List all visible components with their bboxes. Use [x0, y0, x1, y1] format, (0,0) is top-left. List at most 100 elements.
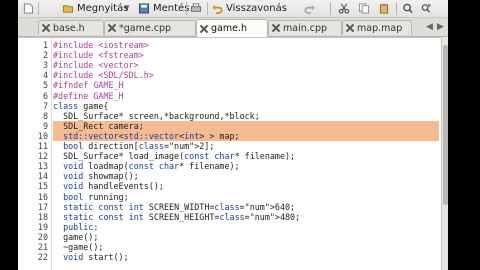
- folder-icon: [62, 4, 74, 13]
- vertical-scrollbar[interactable]: [441, 37, 448, 270]
- code-area[interactable]: #include <iostream> #include <fstream> #in…: [52, 38, 441, 270]
- code-line[interactable]: SDL_Surface* screen,*background,*block;: [53, 111, 439, 121]
- close-icon[interactable]: [272, 24, 280, 32]
- tab-label: main.cpp: [283, 22, 328, 34]
- redo-button[interactable]: [304, 1, 319, 15]
- code-line[interactable]: #ifndef GAME_H: [53, 80, 439, 90]
- tab-bar: base.h *game.cpp game.h main.cpp map.map…: [18, 18, 448, 37]
- scissors-icon: [338, 3, 350, 14]
- line-number: 20: [37, 231, 48, 242]
- code-line[interactable]: std::vector<std::vector<int> > map;: [53, 130, 439, 141]
- new-file-button[interactable]: [22, 1, 37, 15]
- code-line[interactable]: static const int SCREEN_HEIGHT=class="nu…: [53, 212, 439, 222]
- paste-button[interactable]: [378, 1, 393, 15]
- tab-base-h[interactable]: base.h: [38, 20, 104, 35]
- open-dropdown[interactable]: ▼: [124, 1, 129, 15]
- line-number: 16: [37, 191, 48, 202]
- toolbar-separator: [396, 2, 397, 15]
- line-number-gutter: 1 2 3 4 5 6 7 8 9 10 11 12 13 14 15 16 17 18 19 20 21 22: [18, 38, 52, 270]
- screen-border: [448, 0, 480, 270]
- find-replace-icon: [421, 3, 431, 13]
- tab-label: map.map: [357, 22, 403, 34]
- save-button[interactable]: Mentés: [138, 1, 189, 15]
- line-number: 22: [37, 252, 48, 263]
- code-line[interactable]: void loadmap(const char* filename);: [53, 161, 439, 171]
- copy-icon: [358, 2, 370, 14]
- undo-button[interactable]: Visszavonás: [211, 1, 287, 15]
- search-icon: [403, 3, 413, 13]
- close-icon[interactable]: [108, 24, 116, 32]
- line-number: 18: [37, 211, 48, 222]
- open-button[interactable]: Megnyitás: [62, 1, 128, 15]
- tab-game-cpp[interactable]: *game.cpp: [104, 20, 196, 35]
- code-line[interactable]: game();: [53, 232, 439, 242]
- undo-icon: [212, 4, 223, 14]
- line-number: 1: [42, 40, 48, 50]
- code-line[interactable]: void showmap();: [53, 171, 439, 181]
- undo-label: Visszavonás: [226, 2, 287, 14]
- code-line[interactable]: void handleEvents();: [53, 181, 439, 191]
- code-editor[interactable]: 1 2 3 4 5 6 7 8 9 10 11 12 13 14 15 16 17 18 19 20 21 22 #inc…: [18, 37, 441, 270]
- tab-game-h[interactable]: game.h: [196, 19, 268, 37]
- line-number: 14: [37, 171, 48, 182]
- code-line[interactable]: #include <fstream>: [53, 50, 439, 60]
- close-icon[interactable]: [346, 24, 354, 32]
- cut-button[interactable]: [338, 1, 353, 15]
- code-line[interactable]: class game{: [53, 101, 439, 111]
- new-file-icon: [23, 2, 34, 14]
- save-label: Mentés: [153, 2, 190, 14]
- line-number: 21: [37, 242, 48, 252]
- code-line[interactable]: SDL_Surface* load_image(const char* file…: [53, 151, 439, 161]
- paste-icon: [379, 3, 389, 14]
- tab-scroll-left-icon[interactable]: ◀: [426, 22, 433, 32]
- editor-window: Megnyitás ▼ Mentés Visszavonás base.h *g…: [18, 0, 448, 270]
- toolbar: Megnyitás ▼ Mentés Visszavonás: [18, 0, 448, 18]
- code-line[interactable]: static const int SCREEN_WIDTH=class="num…: [53, 202, 439, 212]
- replace-button[interactable]: [420, 1, 435, 15]
- line-number: 15: [37, 181, 48, 192]
- code-line[interactable]: #define GAME_H: [53, 91, 439, 101]
- toolbar-separator: [186, 2, 187, 15]
- line-number: 7: [42, 100, 48, 111]
- code-line[interactable]: #include <iostream>: [53, 40, 439, 50]
- code-line[interactable]: bool direction[class="num">2];: [53, 141, 439, 151]
- copy-button[interactable]: [358, 1, 373, 15]
- tab-label: game.h: [211, 23, 247, 34]
- chevron-down-icon: ▼: [124, 4, 130, 12]
- print-icon: [190, 2, 202, 12]
- code-line[interactable]: SDL_Rect camera;: [53, 120, 439, 131]
- tab-label: *game.cpp: [119, 22, 172, 34]
- toolbar-separator: [330, 2, 331, 15]
- code-line[interactable]: bool running;: [53, 192, 439, 202]
- toolbar-separator: [38, 2, 39, 15]
- tab-map-map[interactable]: map.map: [342, 20, 412, 35]
- line-number: 3: [42, 60, 48, 71]
- line-number: 10: [37, 130, 48, 141]
- close-icon[interactable]: [42, 24, 50, 32]
- line-number: 13: [37, 161, 48, 172]
- line-number: 8: [42, 110, 48, 121]
- code-line[interactable]: #include <SDL/SDL.h>: [53, 70, 439, 80]
- line-number: 11: [37, 141, 48, 151]
- line-number: 4: [42, 70, 48, 81]
- tab-scroll-right-icon[interactable]: ▶: [437, 22, 444, 32]
- line-number: 5: [42, 80, 48, 91]
- close-icon[interactable]: [200, 25, 208, 33]
- code-line[interactable]: #include <vector>: [53, 60, 439, 70]
- code-line[interactable]: void start();: [53, 252, 439, 262]
- save-icon: [138, 2, 150, 14]
- redo-icon: [304, 4, 315, 14]
- tab-label: base.h: [53, 22, 85, 34]
- tab-main-cpp[interactable]: main.cpp: [268, 20, 342, 35]
- open-label: Megnyitás: [77, 2, 129, 14]
- code-line[interactable]: ~game();: [53, 242, 439, 252]
- search-button[interactable]: [402, 1, 417, 15]
- line-number: 2: [42, 50, 48, 61]
- toolbar-separator: [207, 2, 208, 15]
- code-line[interactable]: public:: [53, 222, 439, 232]
- line-number: 6: [42, 90, 48, 101]
- line-number: 9: [42, 120, 48, 131]
- print-button[interactable]: [190, 1, 205, 15]
- line-number: 19: [37, 221, 48, 232]
- line-number: 12: [37, 151, 48, 162]
